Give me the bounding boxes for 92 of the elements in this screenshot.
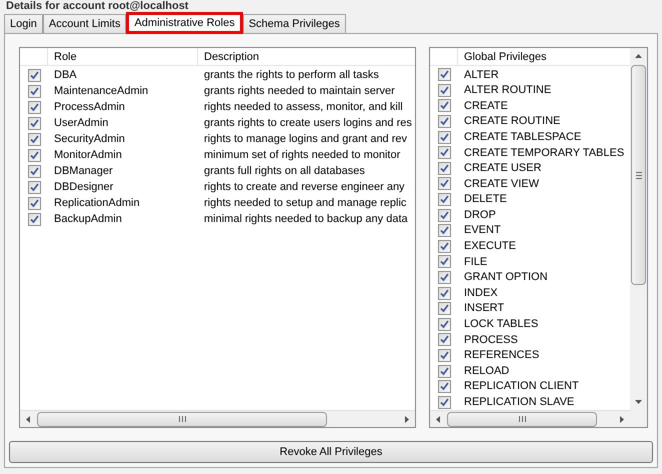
checkbox[interactable] xyxy=(438,286,450,300)
checkbox[interactable] xyxy=(28,164,40,178)
scrollbar-thumb[interactable] xyxy=(631,65,646,285)
checkbox[interactable] xyxy=(438,396,450,409)
role-name: ProcessAdmin xyxy=(53,100,126,115)
checkbox[interactable] xyxy=(438,348,450,362)
privilege-name: CREATE xyxy=(463,98,509,114)
checkbox[interactable] xyxy=(438,146,450,160)
role-name: BackupAdmin xyxy=(53,212,123,227)
checkbox[interactable] xyxy=(438,302,450,316)
checkbox[interactable] xyxy=(438,193,450,206)
checkbox[interactable] xyxy=(28,148,40,162)
role-description: grants rights to create users logins and res xyxy=(203,116,413,131)
checkbox[interactable] xyxy=(28,180,40,194)
privilege-name: CREATE ROUTINE xyxy=(463,114,562,130)
checkbox[interactable] xyxy=(438,208,450,222)
role-name: MaintenanceAdmin xyxy=(53,84,150,99)
checkbox[interactable] xyxy=(28,196,40,210)
scrollbar-thumb[interactable] xyxy=(447,412,597,427)
role-name: DBManager xyxy=(53,164,114,179)
checkbox[interactable] xyxy=(28,212,40,226)
horizontal-scrollbar[interactable] xyxy=(430,410,630,428)
role-name: ReplicationAdmin xyxy=(53,196,141,211)
privilege-name: DROP xyxy=(463,208,497,223)
checkbox[interactable] xyxy=(28,84,40,98)
role-name: MonitorAdmin xyxy=(53,148,123,163)
privilege-name: CREATE TABLESPACE xyxy=(463,130,582,145)
role-name: SecurityAdmin xyxy=(53,132,126,147)
role-description: grants full rights on all databases xyxy=(203,164,366,179)
checkbox[interactable] xyxy=(438,115,450,128)
role-name: DBDesigner xyxy=(53,180,114,195)
column-header[interactable]: Role xyxy=(48,48,198,65)
checkbox[interactable] xyxy=(438,333,450,346)
checkbox[interactable] xyxy=(438,84,450,97)
tab[interactable]: Administrative Roles xyxy=(126,12,243,34)
role-description: grants rights needed to maintain server xyxy=(203,84,396,99)
checkbox[interactable] xyxy=(438,177,450,190)
checkbox[interactable] xyxy=(438,380,450,394)
checkbox[interactable] xyxy=(438,255,450,268)
checkbox[interactable] xyxy=(438,271,450,284)
privilege-name: REPLICATION CLIENT xyxy=(463,379,580,394)
section-title: Details for account root@localhost xyxy=(5,0,190,12)
checkbox[interactable] xyxy=(438,130,450,144)
privilege-name: CREATE VIEW xyxy=(463,176,540,192)
checkbox[interactable] xyxy=(438,364,450,378)
privilege-name: LOCK TABLES xyxy=(463,317,540,332)
privilege-name: REFERENCES xyxy=(463,348,540,364)
privilege-name: ALTER ROUTINE xyxy=(463,83,552,98)
role-name: DBA xyxy=(53,68,78,83)
grip-icon xyxy=(178,416,186,422)
vertical-scrollbar[interactable] xyxy=(630,48,648,410)
checkbox[interactable] xyxy=(28,100,40,114)
privilege-name: PROCESS xyxy=(463,332,519,348)
horizontal-scrollbar[interactable] xyxy=(20,410,415,428)
privilege-name: EVENT xyxy=(463,223,502,238)
role-description: grants the rights to perform all tasks xyxy=(203,68,380,83)
grip-icon xyxy=(636,172,642,178)
tab[interactable]: Account Limits xyxy=(42,14,126,33)
role-description: rights needed to setup and manage replic xyxy=(203,196,408,211)
role-description: rights to create and reverse engineer any xyxy=(203,180,406,195)
column-header[interactable]: Description xyxy=(198,48,415,65)
role-description: rights needed to assess, monitor, and kill xyxy=(203,100,404,115)
revoke-all-button[interactable]: Revoke All Privileges xyxy=(9,441,653,464)
privilege-name: EXECUTE xyxy=(463,239,517,254)
privilege-name: CREATE USER xyxy=(463,161,542,176)
checkbox[interactable] xyxy=(438,240,450,253)
privilege-name: INDEX xyxy=(463,286,499,301)
checkbox[interactable] xyxy=(28,132,40,146)
privilege-name: INSERT xyxy=(463,301,506,316)
grip-icon xyxy=(518,416,526,422)
privilege-name: REPLICATION SLAVE xyxy=(463,395,576,410)
privilege-name: FILE xyxy=(463,254,488,270)
column-header[interactable]: Global Privileges xyxy=(458,48,630,65)
privilege-name: CREATE TEMPORARY TABLES xyxy=(463,146,626,161)
privilege-name: RELOAD xyxy=(463,364,510,379)
privilege-name: GRANT OPTION xyxy=(463,270,549,286)
checkbox[interactable] xyxy=(438,224,450,238)
checkbox[interactable] xyxy=(438,68,450,82)
scrollbar-thumb[interactable] xyxy=(37,412,327,427)
role-description: minimal rights needed to backup any data xyxy=(203,212,409,227)
tab[interactable]: Schema Privileges xyxy=(242,14,346,33)
checkbox[interactable] xyxy=(28,116,40,130)
role-description: minimum set of rights needed to monitor xyxy=(203,148,402,163)
checkbox[interactable] xyxy=(438,99,450,112)
checkbox[interactable] xyxy=(28,68,40,82)
role-name: UserAdmin xyxy=(53,116,110,131)
checkbox[interactable] xyxy=(438,162,450,175)
privilege-name: ALTER xyxy=(463,68,500,83)
role-description: rights to manage logins and grant and rev xyxy=(203,132,408,147)
privilege-name: DELETE xyxy=(463,192,508,208)
tab[interactable]: Login xyxy=(4,14,43,33)
checkbox[interactable] xyxy=(438,318,450,331)
